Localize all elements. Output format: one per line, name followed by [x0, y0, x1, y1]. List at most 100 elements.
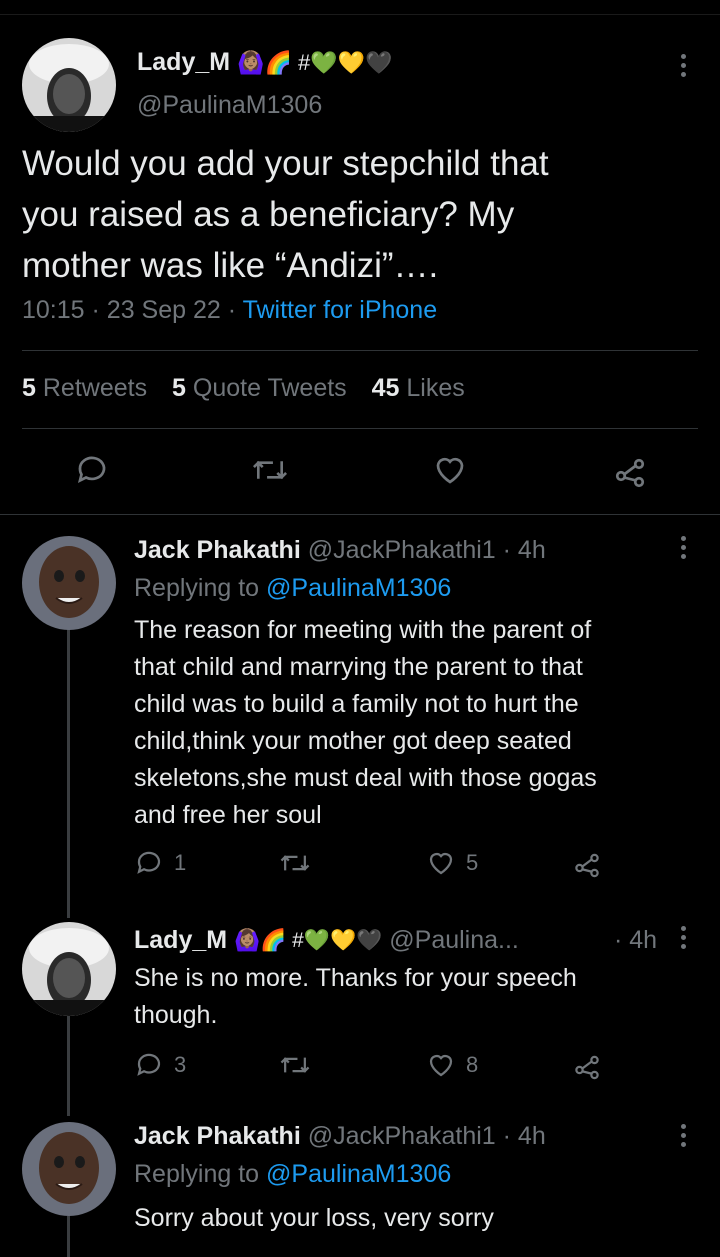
- reply-text: Sorry about your loss, very sorry: [134, 1200, 704, 1237]
- share-button[interactable]: [572, 1050, 602, 1080]
- author-handle[interactable]: @PaulinaM1306: [137, 91, 322, 120]
- more-options-icon[interactable]: [681, 54, 687, 77]
- tweet-text-line: Would you add your stepchild that: [22, 144, 549, 183]
- replying-to-label: Replying to: [134, 1160, 260, 1188]
- reply-text: The reason for meeting with the parent o…: [134, 612, 704, 834]
- like-button[interactable]: 8: [426, 1050, 478, 1080]
- retweet-icon: [280, 855, 310, 871]
- thread-line: [67, 1216, 70, 1257]
- more-options-icon[interactable]: [681, 1124, 687, 1147]
- retweet-icon: [280, 1057, 310, 1073]
- avatar-image-lady-m: [22, 922, 116, 1016]
- avatar[interactable]: [22, 922, 116, 1016]
- share-icon: [615, 458, 645, 488]
- reply-text-line: that child and marrying the parent to th…: [134, 653, 583, 681]
- reply-handle[interactable]: @JackPhakathi1: [308, 536, 496, 564]
- likes-stat[interactable]: 45 Likes: [372, 374, 465, 402]
- retweet-icon: [252, 460, 288, 480]
- more-options-icon[interactable]: [681, 926, 687, 949]
- reply-display-name[interactable]: Jack Phakathi: [134, 536, 301, 564]
- divider: [22, 350, 698, 351]
- share-icon: [575, 1055, 599, 1080]
- quotes-label: Quote Tweets: [192, 374, 347, 402]
- heart-icon: [436, 457, 464, 484]
- replying-to-handle[interactable]: @PaulinaM1306: [266, 574, 451, 602]
- meta-separator: ·: [227, 296, 237, 324]
- reply-header: Lady_M 🙆🏽‍♀️🌈 #💚💛🖤 @Paulina...: [134, 926, 664, 955]
- reply-text: She is no more. Thanks for your speech t…: [134, 960, 704, 1034]
- reply-header: Jack Phakathi @JackPhakathi1 · 4h: [134, 1122, 546, 1151]
- divider: [0, 514, 720, 515]
- likes-label: Likes: [406, 374, 465, 402]
- more-options-icon[interactable]: [681, 536, 687, 559]
- reply-handle[interactable]: @JackPhakathi1: [308, 1122, 496, 1150]
- reply-icon: [137, 1053, 161, 1076]
- reply-handle[interactable]: @Paulina...: [389, 926, 519, 954]
- reply-actions: 3 8: [134, 1050, 614, 1084]
- thread-line: [67, 1016, 70, 1116]
- reply-text-line: and free her soul: [134, 801, 322, 829]
- avatar[interactable]: [22, 1122, 116, 1216]
- tweet-text-line: mother was like “Andizi”….: [22, 246, 439, 285]
- replying-to: Replying to @PaulinaM1306: [134, 574, 451, 603]
- heart-icon: [429, 1054, 453, 1077]
- tweet-text-line: you raised as a beneficiary? My: [22, 195, 515, 234]
- tweet-text: Would you add your stepchild that you ra…: [22, 138, 702, 291]
- retweet-button[interactable]: [279, 848, 321, 878]
- retweet-button[interactable]: [279, 1050, 321, 1080]
- retweets-count: 5: [22, 374, 36, 402]
- share-button[interactable]: [572, 848, 602, 878]
- reply-icon: [137, 851, 161, 874]
- reply-count: 1: [174, 850, 187, 875]
- heart-icon: [429, 852, 453, 875]
- tweet-meta: 10:15 · 23 Sep 22 · Twitter for iPhone: [22, 296, 437, 325]
- divider: [22, 428, 698, 429]
- reply-time[interactable]: · 4h: [614, 926, 657, 955]
- retweets-label: Retweets: [42, 374, 148, 402]
- reply-display-name[interactable]: Jack Phakathi: [134, 1122, 301, 1150]
- avatar[interactable]: [22, 536, 116, 630]
- avatar-image-lady-m: [22, 38, 116, 132]
- like-button[interactable]: [432, 452, 468, 493]
- like-count: 5: [466, 850, 479, 875]
- name-emoji: 🙆🏽‍♀️🌈 #💚💛🖤: [234, 929, 383, 953]
- engagement-stats: 5 Retweets 5 Quote Tweets 45 Likes: [22, 374, 465, 403]
- author-name-row: Lady_M 🙆🏽‍♀️🌈 #💚💛🖤: [137, 48, 392, 77]
- replying-to-handle[interactable]: @PaulinaM1306: [266, 1160, 451, 1188]
- reply-actions: 1 5: [134, 848, 614, 882]
- retweet-button[interactable]: [251, 452, 289, 493]
- reply-text-line: She is no more. Thanks for your speech: [134, 964, 577, 992]
- reply-display-name[interactable]: Lady_M: [134, 926, 227, 954]
- tweet-time[interactable]: 10:15: [22, 296, 85, 324]
- meta-separator: ·: [91, 296, 100, 324]
- reply-text-line: though.: [134, 1001, 218, 1029]
- quotes-count: 5: [172, 374, 186, 402]
- reply-text-line: child,think your mother got deep seated: [134, 727, 572, 755]
- likes-count: 45: [371, 374, 400, 402]
- reply-icon: [77, 456, 106, 484]
- author-display-name[interactable]: Lady_M: [137, 48, 230, 76]
- reply-text-line: The reason for meeting with the parent o…: [134, 616, 592, 644]
- reply-header: Jack Phakathi @JackPhakathi1 · 4h: [134, 536, 546, 565]
- replying-to: Replying to @PaulinaM1306: [134, 1160, 451, 1189]
- reply-button[interactable]: 1: [134, 848, 186, 878]
- reply-time[interactable]: · 4h: [503, 1122, 546, 1150]
- name-emoji: 🙆🏽‍♀️🌈 #💚💛🖤: [237, 50, 393, 76]
- like-count: 8: [466, 1052, 479, 1077]
- avatar-image-jack: [22, 1122, 116, 1216]
- reply-text-line: Sorry about your loss, very sorry: [134, 1204, 494, 1232]
- top-edge: [0, 0, 720, 15]
- reply-time[interactable]: · 4h: [503, 536, 546, 564]
- retweets-stat[interactable]: 5 Retweets: [22, 374, 147, 402]
- tweet-date[interactable]: 23 Sep 22: [107, 296, 221, 324]
- share-button[interactable]: [612, 452, 648, 493]
- avatar-image-jack: [22, 536, 116, 630]
- tweet-source[interactable]: Twitter for iPhone: [243, 296, 438, 324]
- reply-button[interactable]: [74, 452, 110, 493]
- like-button[interactable]: 5: [426, 848, 478, 878]
- quotes-stat[interactable]: 5 Quote Tweets: [172, 374, 347, 402]
- avatar[interactable]: [22, 38, 116, 132]
- reply-count: 3: [174, 1052, 187, 1077]
- share-icon: [575, 853, 599, 878]
- reply-button[interactable]: 3: [134, 1050, 186, 1080]
